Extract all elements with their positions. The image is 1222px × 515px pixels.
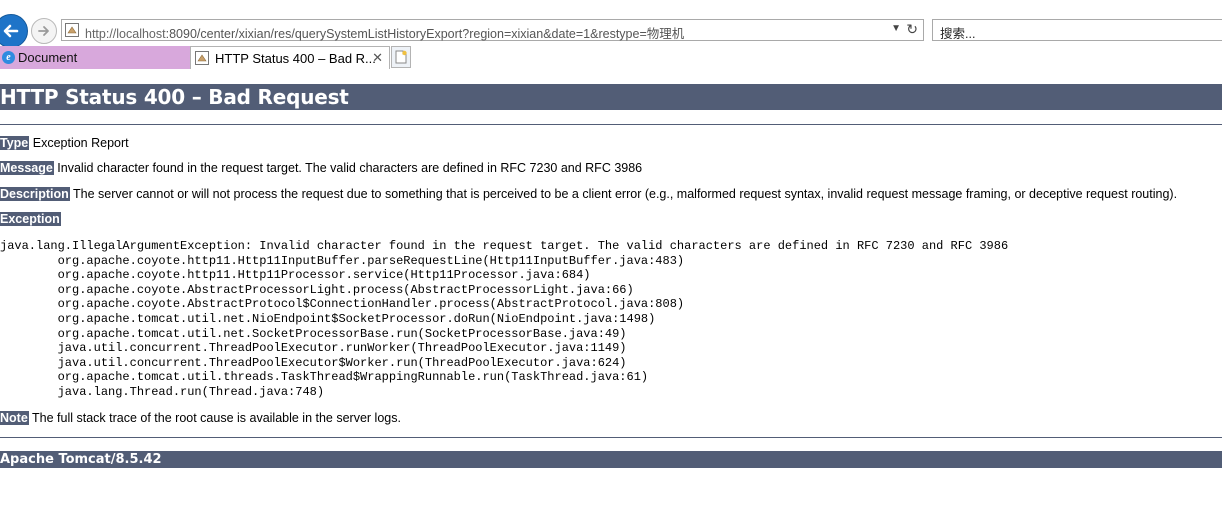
message-row: Message Invalid character found in the r…	[0, 161, 642, 175]
message-value: Invalid character found in the request t…	[57, 161, 643, 175]
divider	[0, 437, 1222, 438]
description-label: Description	[0, 187, 70, 201]
new-tab-button[interactable]	[391, 46, 411, 68]
note-value: The full stack trace of the root cause i…	[32, 411, 401, 425]
forward-arrow-icon	[38, 26, 49, 36]
forward-button[interactable]	[31, 18, 57, 44]
browser-chrome: http://localhost:8090/center/xixian/res/…	[0, 0, 1222, 70]
page-favicon-icon	[195, 51, 209, 65]
exception-label: Exception	[0, 212, 61, 226]
url-host: http://localhost	[85, 27, 166, 41]
footer-version: Apache Tomcat/8.5.42	[0, 451, 1222, 468]
close-icon[interactable]: ✕	[372, 50, 383, 66]
new-tab-icon	[395, 50, 407, 64]
type-row: Type Exception Report	[0, 136, 129, 150]
chevron-down-icon[interactable]: ▼	[891, 23, 901, 34]
refresh-icon[interactable]: ↻	[906, 21, 918, 38]
search-box[interactable]: 搜索...	[932, 19, 1222, 41]
search-placeholder: 搜索...	[940, 27, 976, 41]
page-title: HTTP Status 400 – Bad Request	[0, 84, 1222, 110]
description-value: The server cannot or will not process th…	[73, 187, 1178, 201]
note-label: Note	[0, 411, 29, 425]
message-label: Message	[0, 161, 54, 175]
type-label: Type	[0, 136, 30, 150]
tab-label: Document	[18, 50, 78, 65]
exception-row: Exception	[0, 212, 61, 226]
back-arrow-icon	[3, 24, 19, 38]
type-value: Exception Report	[32, 136, 129, 150]
tab-label: HTTP Status 400 – Bad R...	[215, 50, 376, 66]
tab-strip: e Document HTTP Status 400 – Bad R... ✕	[0, 46, 1222, 70]
page-content: HTTP Status 400 – Bad Request Type Excep…	[0, 84, 1222, 226]
description-row: Description The server cannot or will no…	[0, 187, 1177, 201]
ie-logo-icon: e	[2, 51, 15, 64]
address-url[interactable]: http://localhost:8090/center/xixian/res/…	[85, 23, 684, 42]
url-rest: :8090/center/xixian/res/querySystemListH…	[165, 27, 685, 41]
tab-document[interactable]: e Document	[0, 46, 190, 69]
back-button[interactable]	[0, 14, 28, 48]
note-row: Note The full stack trace of the root ca…	[0, 411, 401, 425]
page-favicon-icon	[65, 23, 79, 37]
divider	[0, 124, 1222, 125]
stack-trace: java.lang.IllegalArgumentException: Inva…	[0, 239, 1009, 399]
tab-http-status[interactable]: HTTP Status 400 – Bad R... ✕	[190, 46, 390, 69]
address-bar[interactable]: http://localhost:8090/center/xixian/res/…	[61, 19, 924, 41]
